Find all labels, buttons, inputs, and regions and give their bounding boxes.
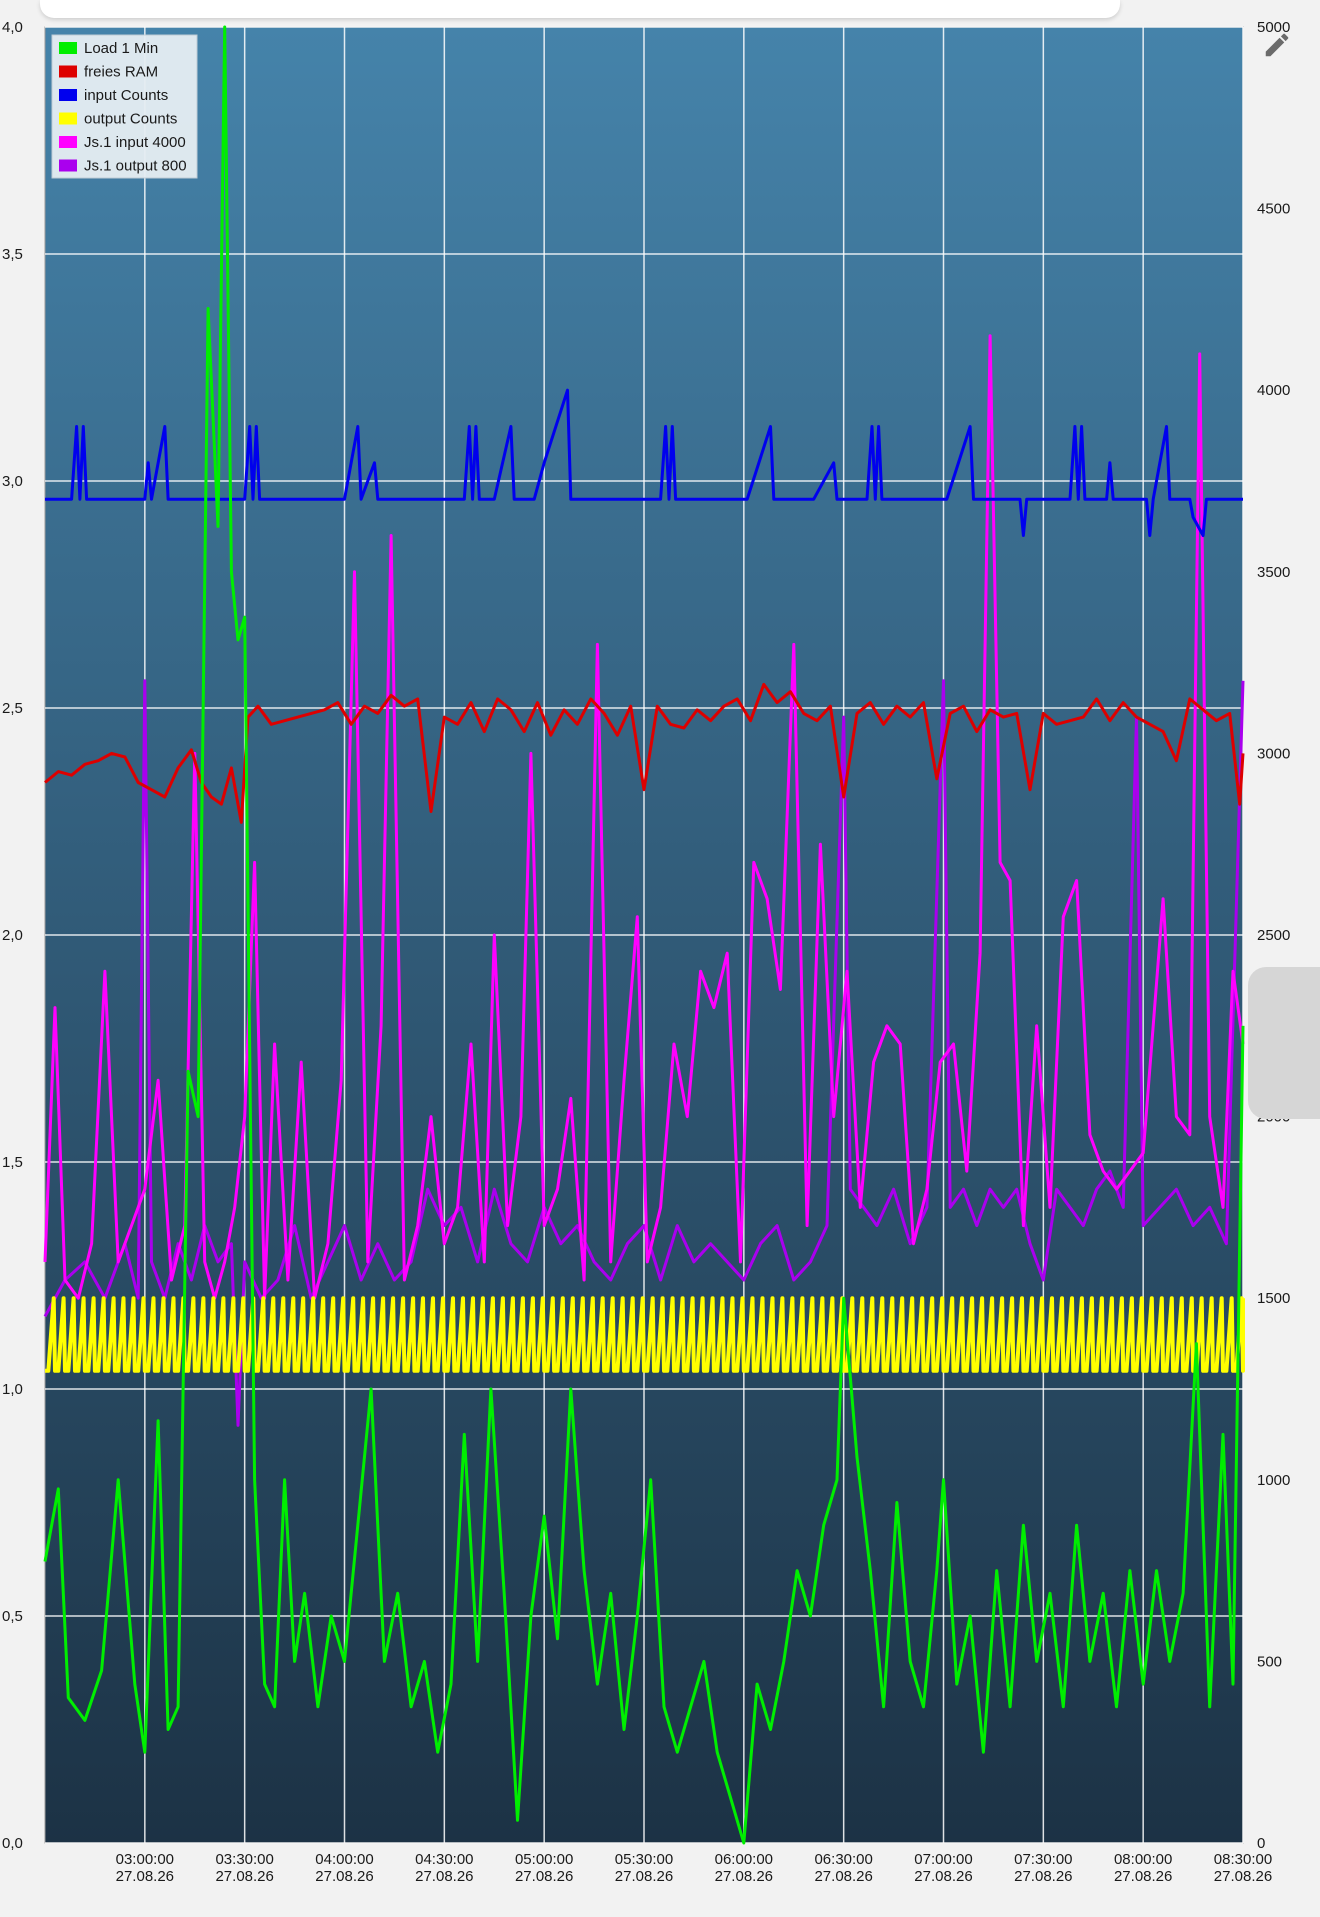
y-right-tick-label: 0: [1257, 1835, 1265, 1852]
legend-swatch-freies-ram: [59, 65, 77, 78]
series-line-output-counts: [45, 1296, 1245, 1373]
y-right-tick-label: 3000: [1257, 745, 1290, 762]
x-tick-date: 27.08.26: [116, 1868, 174, 1885]
x-tick-time: 07:30:00: [1014, 1851, 1072, 1868]
x-tick-date: 27.08.26: [715, 1868, 773, 1885]
x-tick-time: 08:00:00: [1114, 1851, 1172, 1868]
y-left-tick-label: 4,0: [2, 19, 23, 36]
x-tick-date: 27.08.26: [615, 1868, 673, 1885]
legend[interactable]: Load 1 Min freies RAM input Counts output C…: [51, 34, 198, 179]
y-right-tick-label: 1000: [1257, 1472, 1290, 1489]
x-tick-date: 27.08.26: [1114, 1868, 1172, 1885]
x-tick-date: 27.08.26: [814, 1868, 872, 1885]
legend-label-input-counts: input Counts: [84, 87, 168, 104]
edit-pencil-icon[interactable]: [1262, 30, 1292, 60]
x-tick-date: 27.08.26: [1214, 1868, 1272, 1885]
y-right-tick-label: 4000: [1257, 382, 1290, 399]
legend-label-js-1-output-800: Js.1 output 800: [84, 158, 187, 175]
y-left-tick-label: 1,5: [2, 1154, 23, 1171]
x-tick-time: 08:30:00: [1214, 1851, 1272, 1868]
legend-label-output-counts: output Counts: [84, 111, 177, 128]
x-tick-time: 04:00:00: [315, 1851, 373, 1868]
x-tick-date: 27.08.26: [315, 1868, 373, 1885]
legend-label-load-1-min: Load 1 Min: [84, 40, 158, 57]
x-tick-time: 05:30:00: [615, 1851, 673, 1868]
x-tick-time: 04:30:00: [415, 1851, 473, 1868]
y-right-tick-label: 2500: [1257, 927, 1290, 944]
x-tick-date: 27.08.26: [1014, 1868, 1072, 1885]
x-tick-date: 27.08.26: [914, 1868, 972, 1885]
y-left-tick-label: 1,0: [2, 1381, 23, 1398]
y-right-tick-label: 1500: [1257, 1290, 1290, 1307]
side-scroll-handle[interactable]: [1248, 967, 1320, 1119]
x-tick-time: 07:00:00: [914, 1851, 972, 1868]
y-left-tick-label: 0,0: [2, 1835, 23, 1852]
x-axis: 03:00:0027.08.2603:30:0027.08.2604:00:00…: [116, 1851, 1273, 1885]
x-tick-time: 03:00:00: [116, 1851, 174, 1868]
x-tick-time: 03:30:00: [215, 1851, 273, 1868]
y-right-tick-label: 3500: [1257, 564, 1290, 581]
legend-swatch-js-1-output-800: [59, 159, 77, 172]
y-right-tick-label: 500: [1257, 1653, 1282, 1670]
y-axis-left: 0,0 0,5 1,0 1,5 2,0 2,5 3,0 3,5 4,0: [2, 19, 23, 1852]
x-tick-date: 27.08.26: [515, 1868, 573, 1885]
y-left-tick-label: 3,0: [2, 473, 23, 490]
legend-swatch-output-counts: [59, 112, 77, 125]
legend-swatch-load-1-min: [59, 42, 77, 54]
y-right-tick-label: 4500: [1257, 201, 1290, 218]
x-tick-date: 27.08.26: [215, 1868, 273, 1885]
y-left-tick-label: 2,0: [2, 927, 23, 944]
legend-swatch-input-counts: [59, 89, 77, 101]
y-axis-right: 0500100015002000250030003500400045005000: [1257, 19, 1290, 1852]
legend-label-freies-ram: freies RAM: [84, 64, 158, 81]
line-chart: 0,0 0,5 1,0 1,5 2,0 2,5 3,0 3,5 4,0 0 500 1000 1500…: [2, 19, 1290, 1885]
x-tick-time: 06:30:00: [814, 1851, 872, 1868]
x-tick-time: 06:00:00: [715, 1851, 773, 1868]
legend-swatch-js-1-input-4000: [59, 136, 77, 148]
y-left-tick-label: 0,5: [2, 1608, 23, 1625]
x-tick-time: 05:00:00: [515, 1851, 573, 1868]
x-tick-date: 27.08.26: [415, 1868, 473, 1885]
y-left-tick-label: 3,5: [2, 246, 23, 263]
y-left-tick-label: 2,5: [2, 700, 23, 717]
legend-label-js-1-input-4000: Js.1 input 4000: [84, 134, 186, 151]
